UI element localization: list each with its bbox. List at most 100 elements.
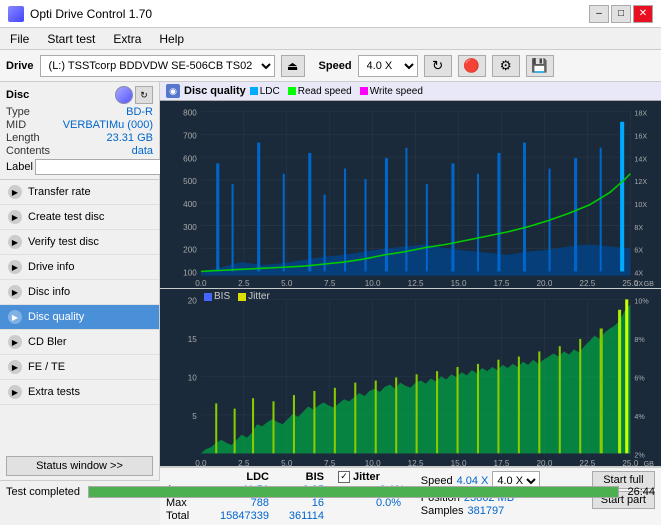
jitter-max: 0.0% (376, 497, 401, 509)
sidebar-item-label-disc-quality: Disc quality (28, 311, 84, 323)
cd-bler-icon: ▶ (8, 335, 22, 349)
burn-button[interactable]: 🔴 (458, 55, 486, 77)
ldc-chart-container: 800 700 600 500 400 300 200 100 18X 16X … (160, 101, 661, 289)
svg-text:2.5: 2.5 (238, 279, 250, 288)
svg-text:5: 5 (192, 412, 197, 421)
svg-text:4%: 4% (634, 412, 645, 421)
extra-tests-icon: ▶ (8, 385, 22, 399)
svg-text:0.0: 0.0 (195, 459, 207, 466)
disc-label-row: Label 🔍 (6, 159, 153, 175)
jitter-max-row: 0.0% (338, 497, 405, 509)
disc-panel: Disc ↻ Type BD-R MID VERBATIMu (000) Len… (0, 82, 159, 180)
sidebar-item-disc-quality[interactable]: ▶ Disc quality (0, 305, 159, 330)
svg-text:17.5: 17.5 (494, 279, 510, 288)
bis-legend-dot (204, 293, 212, 301)
bis-legend: BIS (204, 291, 230, 302)
time-text: 26:44 (627, 486, 655, 498)
disc-contents-value: data (132, 145, 153, 157)
svg-text:20.0: 20.0 (536, 279, 552, 288)
svg-text:500: 500 (183, 177, 197, 186)
sidebar-item-label-transfer-rate: Transfer rate (28, 186, 91, 198)
minimize-button[interactable]: – (589, 5, 609, 23)
drive-info-icon: ▶ (8, 260, 22, 274)
disc-label-input[interactable] (35, 159, 173, 175)
sidebar-item-extra-tests[interactable]: ▶ Extra tests (0, 380, 159, 405)
disc-refresh-icon[interactable]: ↻ (135, 86, 153, 104)
svg-text:15.0: 15.0 (451, 279, 467, 288)
sidebar-item-drive-info[interactable]: ▶ Drive info (0, 255, 159, 280)
sidebar-item-label-create-test-disc: Create test disc (28, 211, 104, 223)
menu-start-test[interactable]: Start test (43, 31, 99, 47)
bis-chart-container: BIS Jitter (160, 289, 661, 467)
svg-text:7.5: 7.5 (324, 459, 336, 466)
sidebar-item-transfer-rate[interactable]: ▶ Transfer rate (0, 180, 159, 205)
sidebar-item-label-cd-bler: CD Bler (28, 336, 67, 348)
disc-info-icon: ▶ (8, 285, 22, 299)
svg-text:8%: 8% (634, 335, 645, 344)
disc-contents-label: Contents (6, 145, 50, 157)
bis-chart: 20 15 10 5 10% 8% 6% 4% 2% 0.0 2.5 5.0 (160, 289, 661, 466)
disc-length-value: 23.31 GB (107, 132, 153, 144)
maximize-button[interactable]: □ (611, 5, 631, 23)
speed-select[interactable]: 4.0 X (358, 55, 418, 77)
sidebar-item-create-test-disc[interactable]: ▶ Create test disc (0, 205, 159, 230)
progress-bar-fill (89, 487, 618, 497)
chart2-legend: BIS Jitter (204, 291, 270, 302)
svg-text:10X: 10X (634, 200, 647, 209)
disc-length-label: Length (6, 132, 40, 144)
svg-text:200: 200 (183, 246, 197, 255)
disc-label-field-label: Label (6, 161, 33, 173)
disc-mid-row: MID VERBATIMu (000) (6, 119, 153, 131)
ldc-legend-dot (250, 87, 258, 95)
svg-text:600: 600 (183, 154, 197, 163)
titlebar-left: Opti Drive Control 1.70 (8, 6, 152, 22)
disc-quality-icon: ▶ (8, 310, 22, 324)
svg-text:10.0: 10.0 (365, 279, 381, 288)
svg-text:5.0: 5.0 (281, 459, 293, 466)
close-button[interactable]: ✕ (633, 5, 653, 23)
sidebar-item-label-fe-te: FE / TE (28, 361, 65, 373)
samples-value: 381797 (468, 505, 505, 517)
titlebar-controls: – □ ✕ (589, 5, 653, 23)
jitter-checkbox[interactable]: ✓ (338, 471, 350, 483)
stats-empty (166, 471, 204, 483)
disc-section-label: Disc (6, 89, 29, 101)
sidebar-item-label-disc-info: Disc info (28, 286, 70, 298)
dq-legend: LDC Read speed Write speed (250, 86, 423, 97)
refresh-button[interactable]: ↻ (424, 55, 452, 77)
settings-button[interactable]: ⚙ (492, 55, 520, 77)
sidebar-item-label-extra-tests: Extra tests (28, 386, 80, 398)
drive-select[interactable]: (L:) TSSTcorp BDDVDW SE-506CB TS02 (40, 55, 275, 77)
svg-text:5.0: 5.0 (281, 279, 293, 288)
disc-type-row: Type BD-R (6, 106, 153, 118)
read-speed-legend-label: Read speed (298, 86, 352, 97)
menu-file[interactable]: File (6, 31, 33, 47)
menu-help[interactable]: Help (155, 31, 188, 47)
create-test-disc-icon: ▶ (8, 210, 22, 224)
save-button[interactable]: 💾 (526, 55, 554, 77)
ldc-chart: 800 700 600 500 400 300 200 100 18X 16X … (160, 101, 661, 288)
sidebar: Disc ↻ Type BD-R MID VERBATIMu (000) Len… (0, 82, 160, 480)
stats-max-row: Max 788 16 (166, 497, 324, 509)
menubar: File Start test Extra Help (0, 28, 661, 50)
sidebar-item-fe-te[interactable]: ▶ FE / TE (0, 355, 159, 380)
titlebar: Opti Drive Control 1.70 – □ ✕ (0, 0, 661, 28)
disc-panel-header: Disc ↻ (6, 86, 153, 104)
svg-text:20.0: 20.0 (536, 459, 552, 466)
sidebar-item-verify-test-disc[interactable]: ▶ Verify test disc (0, 230, 159, 255)
disc-contents-row: Contents data (6, 145, 153, 157)
sidebar-item-cd-bler[interactable]: ▶ CD Bler (0, 330, 159, 355)
status-window-button[interactable]: Status window >> (6, 456, 153, 476)
stats-ldc-header: LDC (204, 471, 269, 483)
menu-extra[interactable]: Extra (109, 31, 145, 47)
main-area: Disc ↻ Type BD-R MID VERBATIMu (000) Len… (0, 82, 661, 480)
svg-text:800: 800 (183, 108, 197, 117)
eject-button[interactable]: ⏏ (281, 55, 305, 77)
svg-text:12.5: 12.5 (408, 279, 424, 288)
svg-text:400: 400 (183, 200, 197, 209)
progress-bar-container (88, 486, 619, 498)
svg-text:12X: 12X (634, 177, 647, 186)
disc-length-row: Length 23.31 GB (6, 132, 153, 144)
sidebar-item-disc-info[interactable]: ▶ Disc info (0, 280, 159, 305)
disc-mid-value: VERBATIMu (000) (63, 119, 153, 131)
